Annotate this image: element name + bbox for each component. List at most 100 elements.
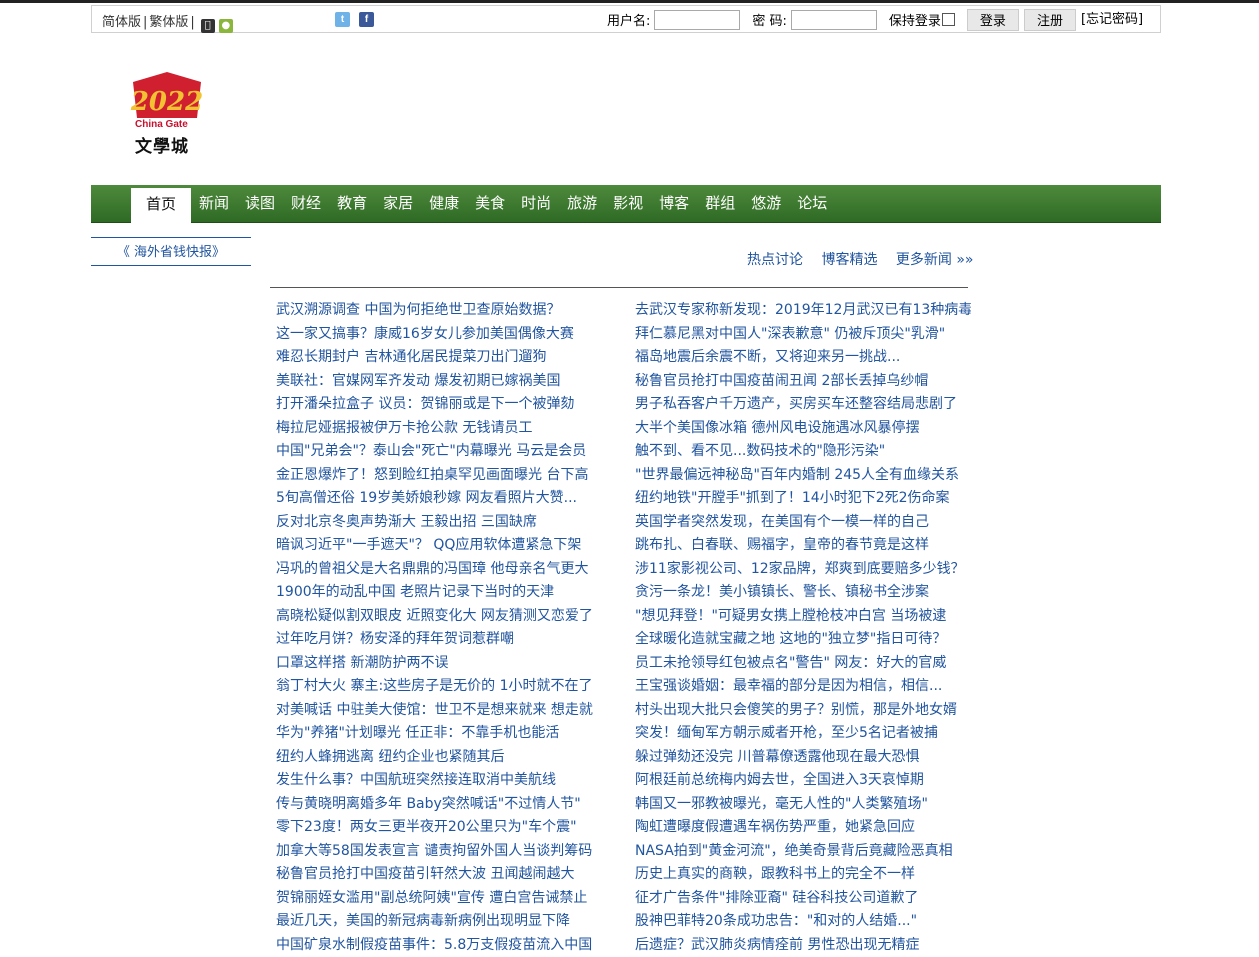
window-top-edge: [0, 0, 1259, 3]
password-label: 密 码:: [752, 14, 787, 29]
news-link[interactable]: 躲过弹劾还没完 川普幕僚透露他现在最大恐惧: [635, 746, 971, 770]
news-link[interactable]: 股神巴菲特20条成功忠告："和对的人结婚...": [635, 910, 971, 934]
nav-item-8[interactable]: 时尚: [513, 185, 559, 222]
news-link[interactable]: 金正恩爆炸了！怒到睑红拍桌罕见画面曝光 台下高: [276, 464, 614, 488]
news-link[interactable]: 中国矿泉水制假疫苗事件：5.8万支假疫苗流入中国: [276, 934, 614, 957]
nav-item-14[interactable]: 论坛: [789, 185, 835, 222]
news-link[interactable]: 美联社：官媒网军齐发动 爆发初期已嫁祸美国: [276, 370, 614, 394]
news-link[interactable]: 华为"养猪"计划曝光 任正非：不靠手机也能活: [276, 722, 614, 746]
remember-checkbox[interactable]: [942, 13, 955, 26]
news-link[interactable]: 英国学者突然发现，在美国有个一模一样的自己: [635, 511, 971, 535]
news-link[interactable]: 纽约地铁"开膛手"抓到了！14小时犯下2死2伤命案: [635, 487, 971, 511]
login-form: 用户名:密 码:保持登录登录注册[忘记密码]: [607, 8, 1143, 32]
news-link[interactable]: 零下23度！两女三更半夜开20公里只为"车个震": [276, 816, 614, 840]
news-column-right: 去武汉专家称新发现：2019年12月武汉已有13种病毒拜仁慕尼黑对中国人"深表歉…: [635, 299, 971, 957]
news-link[interactable]: 加拿大等58国发表宣言 谴责拘留外国人当谈判筹码: [276, 840, 614, 864]
news-column-left: 武汉溯源调查 中国为何拒绝世卫查原始数据？这一家又搞事？康威16岁女儿参加美国偶…: [276, 299, 614, 957]
news-link[interactable]: 阿根廷前总统梅内姆去世，全国进入3天哀悼期: [635, 769, 971, 793]
news-link[interactable]: 翁丁村大火 寨主:这些房子是无价的 1小时就不在了: [276, 675, 614, 699]
news-link[interactable]: 触不到、看不见...数码技术的"隐形污染": [635, 440, 971, 464]
news-link[interactable]: 拜仁慕尼黑对中国人"深表歉意" 仍被斥顶尖"乳滑": [635, 323, 971, 347]
password-input[interactable]: [791, 10, 877, 30]
news-link[interactable]: 5旬高僧还俗 19岁美娇娘秒嫁 网友看照片大赞...: [276, 487, 614, 511]
facebook-icon[interactable]: f: [359, 12, 374, 27]
news-link[interactable]: 征才广告条件"排除亚裔" 硅谷科技公司道歉了: [635, 887, 971, 911]
username-input[interactable]: [654, 10, 740, 30]
android-icon[interactable]: ●: [219, 19, 233, 33]
news-link[interactable]: 历史上真实的商鞅，跟教科书上的完全不一样: [635, 863, 971, 887]
traditional-link[interactable]: 繁体版: [149, 15, 188, 30]
news-link[interactable]: 涉11家影视公司、12家品牌，郑爽到底要赔多少钱？: [635, 558, 971, 582]
nav-item-1[interactable]: 新闻: [191, 185, 237, 222]
nav-item-10[interactable]: 影视: [605, 185, 651, 222]
news-link[interactable]: 最近几天，美国的新冠病毒新病例出现明显下降: [276, 910, 614, 934]
divider: [270, 287, 968, 288]
twitter-icon[interactable]: t: [335, 12, 350, 27]
news-link[interactable]: 口罩这样搭 新潮防护两不误: [276, 652, 614, 676]
news-link[interactable]: 过年吃月饼？杨安泽的拜年贺词惹群嘲: [276, 628, 614, 652]
news-link[interactable]: 秘鲁官员抢打中国疫苗闹丑闻 2部长丢掉乌纱帽: [635, 370, 971, 394]
register-button[interactable]: 注册: [1024, 9, 1076, 31]
main-nav: 首页新闻读图财经教育家居健康美食时尚旅游影视博客群组悠游论坛: [91, 185, 1161, 223]
logo-chinese: 文學城: [135, 132, 189, 157]
news-link[interactable]: 中国"兄弟会"？泰山会"死亡"内幕曝光 马云是会员: [276, 440, 614, 464]
news-link[interactable]: NASA拍到"黄金河流"，绝美奇景背后竟藏险恶真相: [635, 840, 971, 864]
news-link[interactable]: 员工未抢领导红包被点名"警告" 网友：好大的官威: [635, 652, 971, 676]
tab-blog-picks[interactable]: 博客精选: [821, 252, 877, 268]
sidebar-deals-link[interactable]: 《 海外省钱快报》: [91, 237, 251, 266]
logo-english: China Gate: [135, 119, 188, 130]
nav-item-5[interactable]: 家居: [375, 185, 421, 222]
news-link[interactable]: 秘鲁官员抢打中国疫苗引轩然大波 丑闻越闹越大: [276, 863, 614, 887]
forgot-password-link[interactable]: [忘记密码]: [1081, 12, 1143, 27]
login-button[interactable]: 登录: [967, 9, 1019, 31]
news-link[interactable]: 传与黄晓明离婚多年 Baby突然喊话"不过情人节": [276, 793, 614, 817]
news-link[interactable]: 村头出现大批只会傻笑的男子？别慌，那是外地女婿: [635, 699, 971, 723]
news-link[interactable]: 打开潘朵拉盒子 议员：贺锦丽或是下一个被弹劾: [276, 393, 614, 417]
nav-item-7[interactable]: 美食: [467, 185, 513, 222]
news-link[interactable]: 贪污一条龙！美小镇镇长、警长、镇秘书全涉案: [635, 581, 971, 605]
nav-item-13[interactable]: 悠游: [743, 185, 789, 222]
nav-item-6[interactable]: 健康: [421, 185, 467, 222]
tab-more-news[interactable]: 更多新闻 »»: [896, 252, 974, 268]
nav-item-4[interactable]: 教育: [329, 185, 375, 222]
nav-item-9[interactable]: 旅游: [559, 185, 605, 222]
news-link[interactable]: 暗讽习近平"一手遮天"？ QQ应用软体遭紧急下架: [276, 534, 614, 558]
news-link[interactable]: 对美喊话 中驻美大使馆：世卫不是想来就来 想走就: [276, 699, 614, 723]
news-link[interactable]: 福岛地震后余震不断，又将迎来另一挑战...: [635, 346, 971, 370]
news-link[interactable]: 发生什么事？中国航班突然接连取消中美航线: [276, 769, 614, 793]
news-link[interactable]: 韩国又一邪教被曝光，毫无人性的"人类繁殖场": [635, 793, 971, 817]
news-link[interactable]: 纽约人蜂拥逃离 纽约企业也紧随其后: [276, 746, 614, 770]
news-link[interactable]: 高晓松疑似割双眼皮 近照变化大 网友猜测又恋爱了: [276, 605, 614, 629]
remember-label: 保持登录: [889, 14, 941, 29]
news-link[interactable]: 难忍长期封户 吉林通化居民提菜刀出门遛狗: [276, 346, 614, 370]
simplified-link[interactable]: 简体版: [102, 15, 141, 30]
nav-item-3[interactable]: 财经: [283, 185, 329, 222]
news-tabs: 热点讨论 博客精选 更多新闻 »»: [747, 249, 988, 269]
nav-item-0[interactable]: 首页: [131, 188, 191, 225]
news-link[interactable]: 突发！缅甸军方朝示威者开枪，至少5名记者被捕: [635, 722, 971, 746]
news-link[interactable]: 陶虹遭曝度假遭遇车祸伤势严重，她紧急回应: [635, 816, 971, 840]
news-link[interactable]: 武汉溯源调查 中国为何拒绝世卫查原始数据？: [276, 299, 614, 323]
news-link[interactable]: 男子私吞客户千万遗产，买房买车还整容结局悲剧了: [635, 393, 971, 417]
news-link[interactable]: 反对北京冬奥声势渐大 王毅出招 三国缺席: [276, 511, 614, 535]
nav-item-12[interactable]: 群组: [697, 185, 743, 222]
news-link[interactable]: 贺锦丽姪女滥用"副总统阿姨"宣传 遭白宫告诫禁止: [276, 887, 614, 911]
news-link[interactable]: 1900年的动乱中国 老照片记录下当时的天津: [276, 581, 614, 605]
tab-hot-discussion[interactable]: 热点讨论: [747, 252, 803, 268]
news-link[interactable]: 冯巩的曾祖父是大名鼎鼎的冯国璋 他母亲名气更大: [276, 558, 614, 582]
news-link[interactable]: 王宝强谈婚姻：最幸福的部分是因为相信，相信...: [635, 675, 971, 699]
nav-item-2[interactable]: 读图: [237, 185, 283, 222]
news-link[interactable]: 全球暖化造就宝藏之地 这地的"独立梦"指日可待？: [635, 628, 971, 652]
news-link[interactable]: 跳布扎、白春联、赐福字，皇帝的春节竟是这样: [635, 534, 971, 558]
news-link[interactable]: 去武汉专家称新发现：2019年12月武汉已有13种病毒: [635, 299, 971, 323]
news-link[interactable]: "世界最偏远神秘岛"百年内婚制 245人全有血缘关系: [635, 464, 971, 488]
site-logo[interactable]: 2022 China Gate 文學城: [127, 70, 207, 160]
news-link[interactable]: 大半个美国像冰箱 德州风电设施遇冰风暴停摆: [635, 417, 971, 441]
news-link[interactable]: 这一家又搞事？康威16岁女儿参加美国偶像大赛: [276, 323, 614, 347]
news-link[interactable]: 后遗症？武汉肺炎病情痊前 男性恐出现无精症: [635, 934, 971, 957]
news-link[interactable]: 梅拉尼娅据报被伊万卡抢公款 无钱请员工: [276, 417, 614, 441]
apple-icon[interactable]: : [201, 19, 215, 33]
logo-emblem-icon: 2022: [127, 70, 207, 122]
news-link[interactable]: "想见拜登！"可疑男女携上膛枪枝冲白宫 当场被逮: [635, 605, 971, 629]
nav-item-11[interactable]: 博客: [651, 185, 697, 222]
